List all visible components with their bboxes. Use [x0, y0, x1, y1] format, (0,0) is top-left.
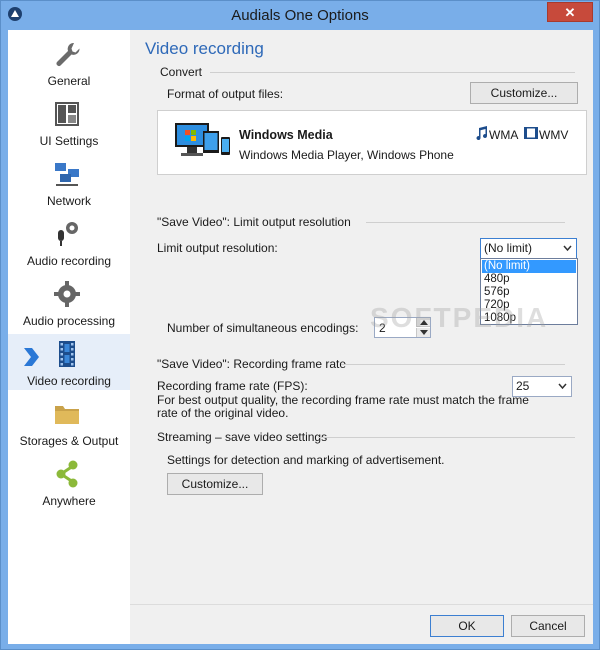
encodings-label: Number of simultaneous encodings: [167, 321, 359, 335]
sidebar-item-label: Audio processing [22, 314, 116, 328]
sidebar-item-label: UI Settings [39, 134, 99, 148]
sidebar-item-video-recording[interactable]: Video recording [8, 334, 130, 390]
content-panel: Video recording Convert Format of output… [130, 30, 593, 644]
sidebar-item-label: Audio recording [26, 254, 112, 268]
resolution-option-no-limit[interactable]: (No limit) [482, 260, 576, 273]
sidebar-item-general[interactable]: General [8, 34, 130, 90]
page-title: Video recording [145, 39, 264, 58]
resolution-option-720p[interactable]: 720p [482, 299, 576, 312]
close-button[interactable]: ✕ [547, 2, 593, 22]
stepper-up-button[interactable] [416, 318, 430, 327]
sidebar-item-storages-output[interactable]: Storages & Output [8, 394, 130, 450]
film-strip-icon [524, 127, 538, 139]
stepper-down-button[interactable] [416, 328, 430, 337]
music-note-icon [476, 126, 488, 140]
sidebar-item-label: Network [46, 194, 91, 208]
sidebar-item-label: General [47, 74, 91, 88]
chevron-right-icon [24, 348, 39, 366]
encodings-stepper[interactable]: 2 [374, 317, 431, 338]
resolution-option-480p[interactable]: 480p [482, 273, 576, 286]
convert-customize-button[interactable]: Customize... [470, 82, 578, 104]
framerate-group-label: "Save Video": Recording frame rate [157, 357, 347, 371]
convert-group-label: Convert [160, 65, 203, 79]
framerate-hint-line1: For best output quality, the recording f… [157, 393, 529, 407]
layout-icon [55, 102, 79, 126]
limit-resolution-label: Limit output resolution: [157, 241, 278, 255]
ok-button[interactable]: OK [430, 615, 504, 637]
share-icon [56, 460, 78, 488]
window-title: Audials One Options [231, 7, 369, 24]
framerate-select[interactable]: 25 [512, 376, 572, 397]
cancel-button[interactable]: Cancel [511, 615, 585, 637]
film-icon [59, 341, 75, 367]
resolution-option-576p[interactable]: 576p [482, 286, 576, 299]
format-panel[interactable]: Windows Media Windows Media Player, Wind… [157, 110, 587, 175]
sidebar-item-anywhere[interactable]: Anywhere [8, 454, 130, 510]
streaming-customize-button[interactable]: Customize... [167, 473, 263, 495]
gear-icon [54, 281, 80, 307]
chevron-down-icon [563, 245, 572, 252]
chevron-up-icon [420, 320, 428, 325]
resolution-dropdown-list[interactable]: (No limit) 480p 576p 720p 1080p [480, 258, 578, 325]
resolution-select[interactable]: (No limit) [480, 238, 577, 259]
sidebar-item-label: Storages & Output [19, 434, 119, 448]
framerate-selected-value: 25 [516, 379, 530, 393]
resolution-selected-value: (No limit) [484, 241, 532, 255]
framerate-label: Recording frame rate (FPS): [157, 379, 308, 393]
framerate-hint-line2: rate of the original video. [157, 406, 289, 420]
sidebar: General UI Settings Network Audio record… [8, 30, 130, 644]
dialog-footer: OK Cancel [130, 604, 593, 644]
audio-extension: WMA [489, 128, 519, 142]
folder-icon [55, 406, 79, 424]
format-label: Format of output files: [167, 87, 284, 101]
streaming-description: Settings for detection and marking of ad… [167, 453, 445, 467]
convert-divider [210, 72, 575, 73]
sidebar-item-audio-recording[interactable]: Audio recording [8, 214, 130, 270]
windows-media-devices-icon [175, 123, 230, 156]
video-extension: WMV [539, 128, 569, 142]
streaming-divider [318, 437, 575, 438]
network-icon [55, 163, 79, 186]
wrench-icon [56, 42, 80, 66]
encodings-value: 2 [379, 321, 386, 335]
streaming-group-label: Streaming – save video settings [157, 430, 328, 444]
sidebar-item-label: Anywhere [42, 494, 96, 508]
chevron-down-icon [420, 330, 428, 335]
microphone-gear-icon [58, 222, 78, 246]
framerate-divider [341, 364, 565, 365]
resolution-group-label: "Save Video": Limit output resolution [157, 215, 351, 229]
format-description: Windows Media Player, Windows Phone [239, 148, 454, 162]
resolution-divider [366, 222, 565, 223]
chevron-down-icon [558, 383, 567, 390]
sidebar-item-label: Video recording [27, 374, 111, 388]
options-window: Audials One Options ✕ General UI Setting… [0, 0, 600, 650]
sidebar-item-network[interactable]: Network [8, 154, 130, 210]
dialog-client: General UI Settings Network Audio record… [8, 30, 593, 644]
resolution-option-1080p[interactable]: 1080p [482, 312, 576, 325]
sidebar-item-audio-processing[interactable]: Audio processing [8, 274, 130, 330]
format-name: Windows Media [239, 128, 333, 142]
title-bar[interactable]: Audials One Options ✕ [1, 1, 599, 29]
sidebar-item-ui-settings[interactable]: UI Settings [8, 94, 130, 150]
